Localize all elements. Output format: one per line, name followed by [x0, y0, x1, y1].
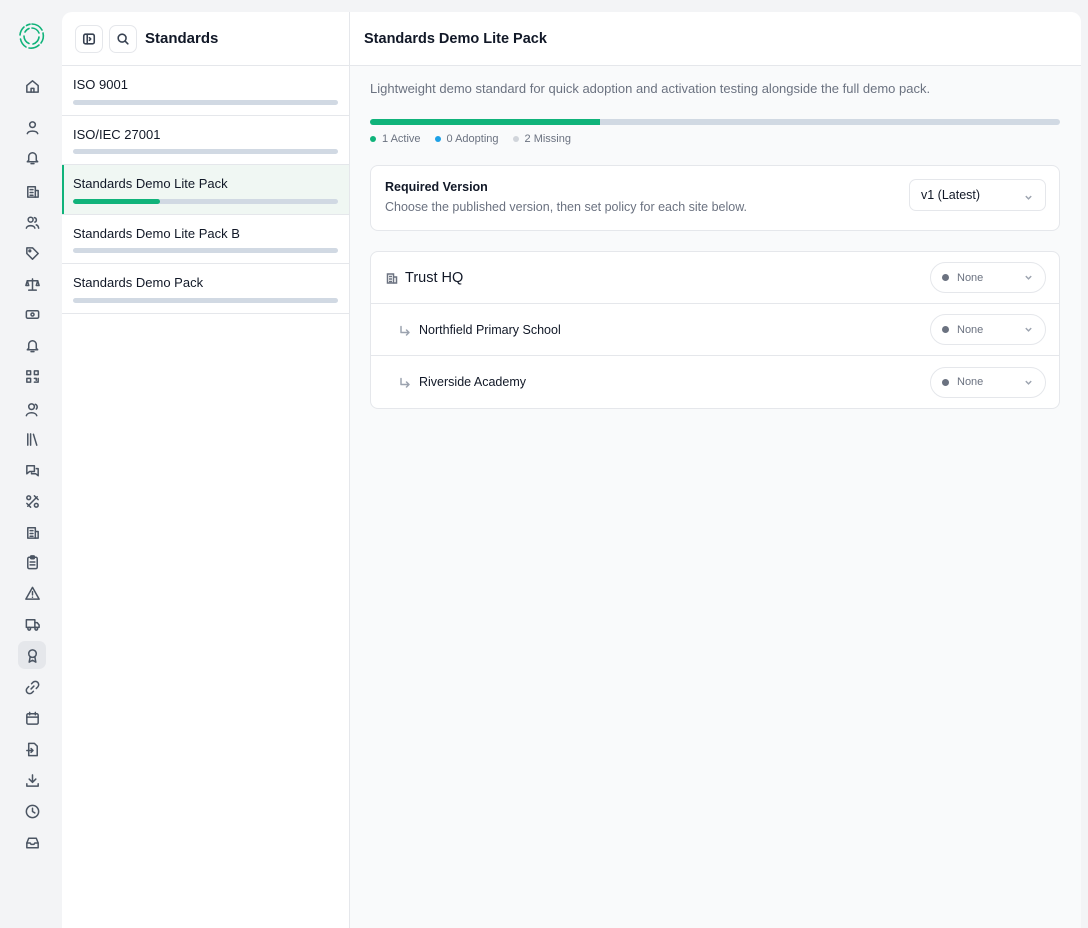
scale-icon[interactable] — [18, 270, 46, 298]
legend-dot-icon — [434, 136, 441, 142]
chevron-down-icon — [1024, 325, 1033, 334]
legend-label: 2 Missing — [524, 133, 571, 145]
bell-icon[interactable] — [18, 331, 46, 359]
messages-icon[interactable] — [18, 456, 46, 484]
site-name: Trust HQ — [405, 269, 464, 286]
chevron-down-icon — [1024, 191, 1033, 200]
tag-icon[interactable] — [18, 239, 46, 267]
corner-down-right-icon — [399, 376, 411, 388]
detail-header: Standards Demo Lite Pack — [350, 12, 1081, 66]
user-icon[interactable] — [18, 113, 46, 141]
standard-progress-bar — [73, 99, 338, 105]
standard-detail-panel: Standards Demo Lite Pack Lightweight dem… — [350, 12, 1081, 928]
legend-dot-icon — [370, 136, 376, 142]
sites-policy-card: Trust HQ None Northfield Primary School Non… — [370, 251, 1060, 409]
search-button[interactable] — [109, 24, 137, 53]
status-dot-icon — [942, 326, 949, 333]
standard-list-item[interactable]: Standards Demo Pack — [62, 264, 349, 314]
truck-icon[interactable] — [18, 610, 46, 638]
calendar-icon[interactable] — [18, 704, 46, 732]
users-icon[interactable] — [18, 208, 46, 236]
clipboard-icon[interactable] — [18, 548, 46, 576]
tools-icon[interactable] — [18, 487, 46, 515]
qr-code-icon[interactable] — [18, 362, 46, 390]
legend-item: 2 Missing — [512, 133, 571, 145]
site-name: Riverside Academy — [419, 375, 526, 389]
site-policy-value: None — [957, 376, 984, 388]
sidebar-toggle-icon — [82, 32, 96, 45]
toggle-sidebar-button[interactable] — [75, 24, 103, 53]
corner-down-right-icon — [399, 324, 411, 336]
site-policy-select[interactable]: None — [930, 262, 1046, 293]
icon-rail — [0, 0, 62, 928]
chevron-down-icon — [1024, 378, 1033, 387]
clock-icon[interactable] — [18, 797, 46, 825]
bell-icon[interactable] — [18, 143, 46, 171]
standards-list: ISO 9001 ISO/IEC 27001 Standards Demo Lite… — [62, 66, 349, 314]
status-dot-icon — [942, 378, 949, 386]
standard-list-item[interactable]: Standards Demo Lite Pack — [62, 165, 349, 215]
alert-triangle-icon[interactable] — [18, 579, 46, 607]
adoption-progress-fill — [370, 119, 600, 125]
standard-name: Standards Demo Pack — [73, 275, 204, 290]
standard-progress-fill — [73, 198, 161, 204]
legend-item: 1 Active — [370, 133, 421, 145]
inbox-icon[interactable] — [18, 828, 46, 856]
legend-label: 0 Adopting — [446, 133, 499, 145]
download-icon[interactable] — [18, 766, 46, 794]
file-import-icon[interactable] — [18, 735, 46, 763]
site-row: Northfield Primary School None — [371, 304, 1059, 356]
standard-name: Standards Demo Lite Pack B — [73, 225, 240, 241]
search-icon — [117, 32, 129, 45]
standard-progress-bar — [73, 149, 338, 154]
users-group-icon[interactable] — [18, 395, 46, 423]
legend-item: 0 Adopting — [434, 133, 499, 145]
standard-name: Standards Demo Lite Pack — [73, 176, 228, 191]
site-name: Northfield Primary School — [419, 322, 561, 337]
legend-label: 1 Active — [382, 133, 421, 145]
required-version-card: Required Version Choose the published ve… — [370, 165, 1060, 231]
link-icon[interactable] — [18, 673, 46, 701]
building-icon[interactable] — [18, 177, 46, 205]
standard-progress-bar — [73, 198, 338, 204]
site-policy-select[interactable]: None — [930, 314, 1046, 345]
standard-name: ISO/IEC 27001 — [73, 126, 161, 142]
standard-list-item[interactable]: Standards Demo Lite Pack B — [62, 215, 349, 264]
status-legend: 1 Active 0 Adopting 2 Missing — [370, 133, 1061, 145]
standard-name: ISO 9001 — [73, 77, 128, 92]
standard-description: Lightweight demo standard for quick adop… — [370, 81, 931, 96]
legend-dot-icon — [512, 136, 519, 142]
version-select-value: v1 (Latest) — [921, 188, 981, 202]
library-icon[interactable] — [18, 425, 46, 453]
building-2-icon[interactable] — [18, 518, 46, 546]
page-title: Standards Demo Lite Pack — [364, 30, 547, 47]
site-policy-select[interactable]: None — [930, 366, 1046, 398]
adoption-progress-bar — [370, 119, 1060, 125]
standard-progress-bar — [73, 248, 338, 253]
site-row: Riverside Academy None — [371, 356, 1059, 408]
building-icon — [385, 271, 399, 285]
award-icon[interactable] — [18, 641, 46, 669]
standard-list-item[interactable]: ISO 9001 — [62, 66, 349, 116]
site-policy-value: None — [957, 271, 984, 284]
status-dot-icon — [942, 274, 949, 281]
app-logo-icon[interactable] — [18, 22, 46, 50]
standard-progress-bar — [73, 297, 338, 303]
banknote-icon[interactable] — [18, 300, 46, 328]
list-header: Standards — [62, 12, 349, 66]
home-icon[interactable] — [18, 72, 46, 100]
site-row: Trust HQ None — [371, 252, 1059, 304]
chevron-down-icon — [1024, 273, 1033, 282]
version-select[interactable]: v1 (Latest) — [909, 179, 1046, 211]
list-title: Standards — [145, 30, 219, 47]
site-policy-value: None — [957, 323, 984, 336]
standard-list-item[interactable]: ISO/IEC 27001 — [62, 116, 349, 165]
standards-list-panel: Standards ISO 9001 ISO/IEC 27001 Standards… — [62, 12, 350, 928]
